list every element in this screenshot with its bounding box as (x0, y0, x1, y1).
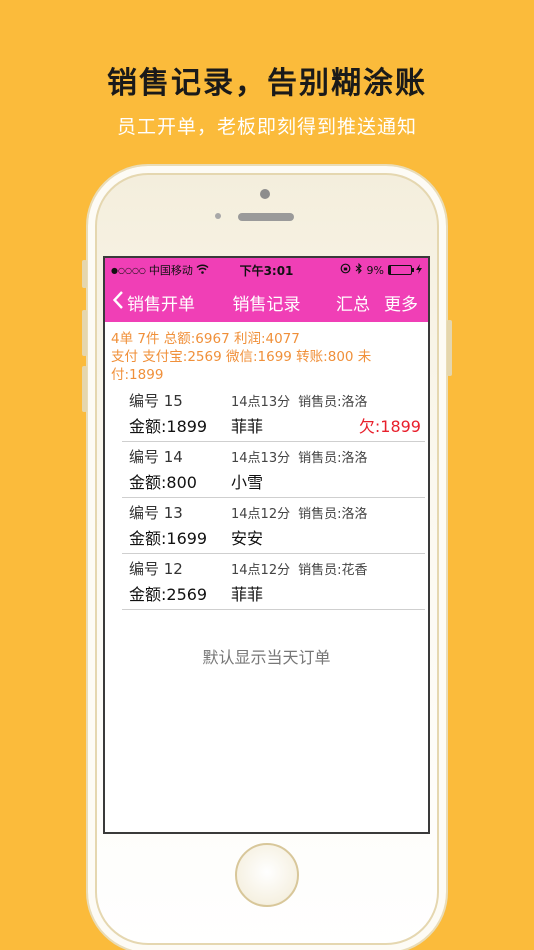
order-customer: 小雪 (231, 472, 264, 492)
summary-totals: 4单 7件 总额:6967 利润:4077 (111, 331, 300, 347)
battery-percent: 9% (366, 263, 384, 277)
order-seller: 销售员:洛洛 (298, 506, 368, 522)
back-button[interactable]: 销售开单 (105, 290, 195, 315)
order-customer: 菲菲 (231, 416, 264, 436)
back-button-label: 销售开单 (127, 294, 195, 315)
phone-volume-up (82, 310, 87, 356)
phone-power-button (447, 320, 452, 376)
phone-screen: ●○○○○ 中国移动 下午3:01 9% 销售开单 销售记录 汇总 更多 4单 … (103, 256, 430, 834)
order-row[interactable]: 编号 12 14点12分 销售员:花香 金额:2569 菲菲 (122, 554, 425, 610)
order-row[interactable]: 编号 13 14点12分 销售员:洛洛 金额:1699 安安 (122, 498, 425, 554)
phone-camera (215, 213, 221, 219)
order-amount: 金额:2569 (129, 584, 208, 604)
order-debt: 欠:1899 (358, 416, 421, 436)
order-customer: 菲菲 (231, 584, 264, 604)
carrier-label: 中国移动 (148, 264, 193, 277)
order-number: 编号 12 (129, 559, 183, 578)
home-button[interactable] (235, 843, 299, 907)
order-time: 14点12分 (231, 562, 291, 578)
lock-rotation-icon (340, 263, 351, 277)
wifi-icon (196, 264, 209, 277)
order-amount: 金额:1699 (129, 528, 208, 548)
promo-headline: 销售记录，告别糊涂账 (107, 66, 427, 101)
battery-icon (388, 265, 414, 275)
charging-icon (416, 263, 422, 277)
summary-payments: 支付 支付宝:2569 微信:1699 转账:800 未付:1899 (111, 349, 372, 383)
footnote-text: 默认显示当天订单 (202, 648, 331, 667)
phone-silent-switch (82, 260, 87, 288)
summary-button[interactable]: 汇总 (336, 290, 370, 315)
sales-summary: 4单 7件 总额:6967 利润:4077 支付 支付宝:2569 微信:169… (105, 322, 428, 386)
order-list: 编号 15 14点13分 销售员:洛洛 金额:1899 菲菲 欠:1899 编号… (105, 386, 428, 610)
nav-actions: 汇总 更多 (336, 290, 428, 315)
order-row[interactable]: 编号 14 14点13分 销售员:洛洛 金额:800 小雪 (122, 442, 425, 498)
phone-volume-down (82, 366, 87, 412)
nav-bar: 销售开单 销售记录 汇总 更多 (105, 282, 428, 322)
bluetooth-icon (355, 262, 363, 277)
order-amount: 金额:800 (129, 472, 197, 492)
order-number: 编号 15 (129, 391, 183, 410)
status-left: ●○○○○ 中国移动 (111, 262, 209, 278)
order-seller: 销售员:花香 (298, 562, 368, 578)
promo-subline: 员工开单，老板即刻得到推送通知 (116, 116, 417, 138)
chevron-left-icon (112, 290, 123, 314)
order-time: 14点13分 (231, 450, 291, 466)
phone-sensor-dot (260, 189, 270, 199)
order-time: 14点13分 (231, 394, 291, 410)
order-amount: 金额:1899 (129, 416, 208, 436)
order-seller: 销售员:洛洛 (298, 394, 368, 410)
order-row[interactable]: 编号 15 14点13分 销售员:洛洛 金额:1899 菲菲 欠:1899 (122, 386, 425, 442)
order-customer: 安安 (231, 528, 264, 548)
order-time: 14点12分 (231, 506, 291, 522)
order-number: 编号 13 (129, 503, 183, 522)
status-bar: ●○○○○ 中国移动 下午3:01 9% (105, 258, 428, 282)
order-number: 编号 14 (129, 447, 183, 466)
status-right: 9% (340, 262, 422, 277)
order-seller: 销售员:洛洛 (298, 450, 368, 466)
more-button[interactable]: 更多 (384, 290, 418, 315)
signal-icon: ●○○○○ (111, 265, 146, 275)
phone-speaker (238, 213, 294, 221)
